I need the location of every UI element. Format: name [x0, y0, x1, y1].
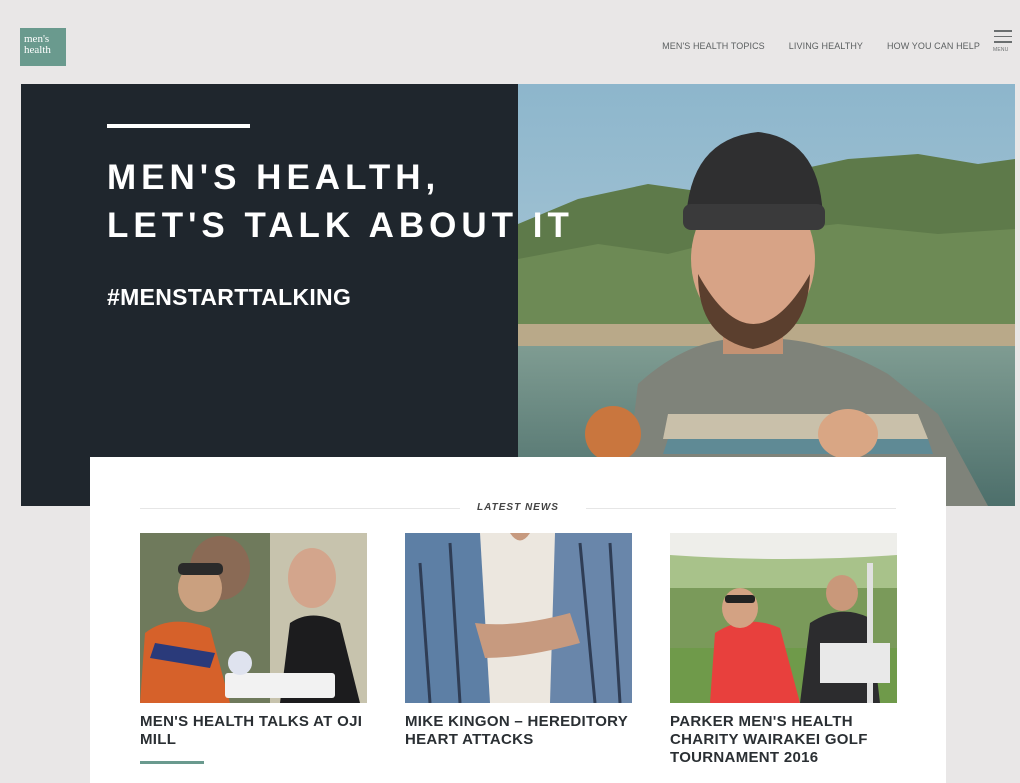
hero-banner: MEN'S HEALTH, LET'S TALK ABOUT IT #MENST… — [21, 84, 1015, 506]
nav-how-you-can-help[interactable]: HOW YOU CAN HELP — [887, 41, 980, 51]
logo-line-2: health — [24, 44, 51, 56]
hamburger-icon-bar — [994, 41, 1012, 43]
hero-hashtag: #MENSTARTTALKING — [107, 284, 352, 310]
latest-news-heading: LATEST NEWS — [140, 502, 896, 514]
news-card[interactable]: MIKE KINGON – HEREDITORY HEART ATTACKS — [405, 533, 632, 749]
hamburger-icon — [994, 30, 1012, 32]
site-header: men's health MEN'S HEALTH TOPICS LIVING … — [0, 0, 1020, 84]
hero-divider — [107, 124, 250, 128]
news-card-image[interactable] — [670, 533, 897, 703]
heading-rule-right — [586, 508, 896, 509]
latest-news-section: LATEST NEWS MEN'S HEALTH TALKS AT OJI MI… — [90, 457, 946, 783]
news-card[interactable]: MEN'S HEALTH TALKS AT OJI MILL — [140, 533, 367, 764]
hero-photo — [518, 84, 1015, 506]
nav-mens-health-topics[interactable]: MEN'S HEALTH TOPICS — [662, 41, 765, 51]
menu-button[interactable]: MENU — [992, 30, 1014, 56]
menu-label: MENU — [993, 46, 1009, 53]
news-card-image[interactable] — [140, 533, 367, 703]
news-card-title[interactable]: MIKE KINGON – HEREDITORY HEART ATTACKS — [405, 713, 632, 749]
hamburger-icon-bar — [994, 35, 1012, 37]
main-nav: MEN'S HEALTH TOPICS LIVING HEALTHY HOW Y… — [662, 41, 980, 51]
news-card-accent — [140, 761, 204, 764]
news-card[interactable]: PARKER MEN'S HEALTH CHARITY WAIRAKEI GOL… — [670, 533, 897, 767]
nav-living-healthy[interactable]: LIVING HEALTHY — [789, 41, 863, 51]
hero-title: MEN'S HEALTH, LET'S TALK ABOUT IT — [107, 154, 574, 250]
news-card-image[interactable] — [405, 533, 632, 703]
news-card-title[interactable]: PARKER MEN'S HEALTH CHARITY WAIRAKEI GOL… — [670, 713, 897, 767]
hero-title-line-1: MEN'S HEALTH, — [107, 158, 441, 197]
hero-title-line-2: LET'S TALK ABOUT IT — [107, 206, 574, 245]
news-card-title[interactable]: MEN'S HEALTH TALKS AT OJI MILL — [140, 713, 367, 749]
site-logo[interactable]: men's health — [20, 28, 66, 66]
